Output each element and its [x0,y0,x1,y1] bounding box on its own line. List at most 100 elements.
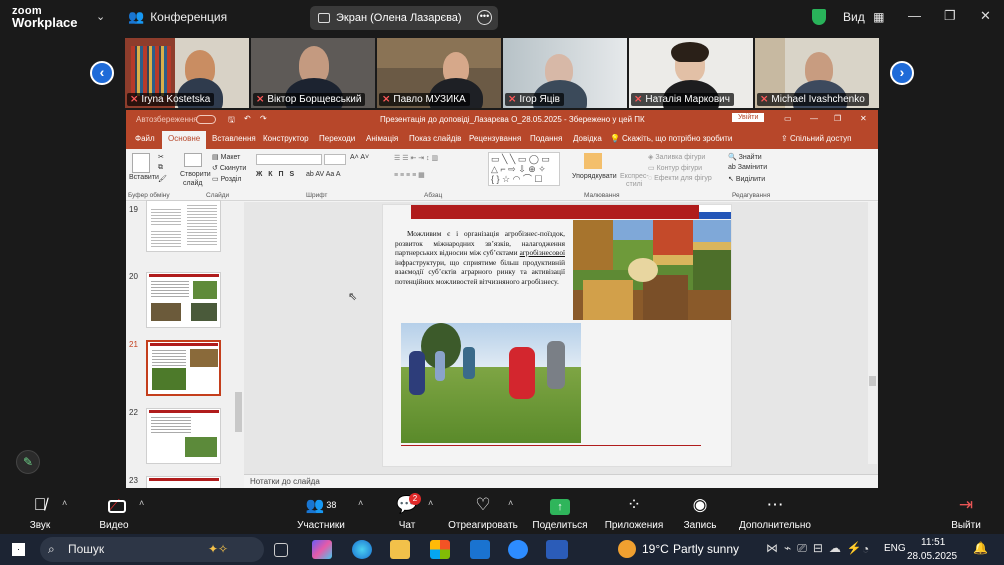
video-options-caret[interactable]: ˄ [139,498,144,508]
participant-tile[interactable]: ⨯ Наталія Маркович [629,38,753,108]
shape-outline-button[interactable]: ▭ Контур фігури [648,164,702,172]
new-slide-label-2[interactable]: слайд [183,180,202,187]
meeting-info-button[interactable]: 👥 Конференция [128,9,227,25]
slide-thumbnail[interactable] [146,200,221,252]
format-painter-icon[interactable]: 🖌 [158,175,167,183]
tab-help[interactable]: Довідка [573,134,602,143]
new-slide-label-1[interactable]: Створити [180,171,211,178]
notifications-icon[interactable]: 🔔 [973,541,988,555]
autosave-toggle[interactable] [196,115,216,124]
undo-icon[interactable]: ↶ [244,114,251,123]
more-options-icon[interactable]: ••• [477,10,492,25]
align-icons[interactable]: ≡ ≡ ≡ ≡ ▦ [394,171,425,179]
paste-button[interactable]: Вставити [129,174,159,181]
chevron-down-icon[interactable]: ⌄ [96,10,105,23]
paste-icon[interactable] [132,153,150,173]
replace-button[interactable]: ab Замінити [728,164,767,171]
zoom-app-icon[interactable] [508,540,528,559]
record-button[interactable]: ◉ Запись [682,494,718,531]
chat-options-caret[interactable]: ˄ [428,498,433,508]
share-screen-button[interactable]: ↑ Поделиться [532,494,588,531]
copy-icon[interactable]: ⧉ [158,164,163,172]
more-button[interactable]: ⋯ Дополнительно [738,494,812,531]
tab-design[interactable]: Конструктор [263,134,309,143]
font-format-icons[interactable]: Ж К П S [256,171,296,178]
ribbon-display-icon[interactable]: ▭ [784,114,792,123]
view-button[interactable]: Вид ▦ [843,10,884,24]
minimize-icon[interactable]: — [908,8,921,23]
find-button[interactable]: 🔍 Знайти [728,153,762,161]
encryption-shield-icon[interactable] [812,9,826,25]
participants-options-caret[interactable]: ˄ [358,498,363,508]
participants-button[interactable]: 👥 38 Участники [296,494,346,531]
participant-tile[interactable]: ⨯ Ігор Яців [503,38,627,108]
next-participants-arrow-icon[interactable]: › [890,61,914,85]
font-size-input[interactable] [324,154,346,165]
redo-icon[interactable]: ↷ [260,114,267,123]
font-name-input[interactable] [256,154,322,165]
tab-home[interactable]: Основне [162,131,207,149]
audio-button[interactable]: 🎙̸ Звук [22,494,58,531]
shape-effects-button[interactable]: ◌ Ефекти для фігур [648,175,712,182]
video-button[interactable]: ⟋ Видео [94,494,134,531]
system-tray-icons[interactable]: ⋈⌁⎚⊟☁⚡ [766,541,868,556]
clock-date[interactable]: 28.05.2025 [907,551,957,562]
arrange-button[interactable]: Упорядкувати [572,173,617,180]
screen-share-indicator[interactable]: Экран (Олена Лазарєва) ••• [310,6,498,30]
participant-tile[interactable]: ⨯ Павло МУЗИКА [377,38,501,108]
ppt-restore-icon[interactable]: ❐ [834,114,841,123]
word-app-icon[interactable] [546,540,568,559]
copilot-app-icon[interactable] [312,540,332,559]
quick-styles-label-1[interactable]: Експрес- [620,173,649,180]
tab-insert[interactable]: Вставлення [212,134,256,143]
tab-slideshow[interactable]: Показ слайдів [409,134,461,143]
ppt-minimize-icon[interactable]: — [810,114,818,123]
current-slide[interactable]: Можливим є і організація агробізнес-поїз… [382,204,732,467]
tell-me-box[interactable]: Скажіть, що потрібно зробити [622,134,732,143]
restore-icon[interactable]: ❐ [944,8,956,24]
section-button[interactable]: ▭ Розділ [212,175,242,183]
layout-button[interactable]: ▤ Макет [212,153,240,161]
task-view-icon[interactable] [274,543,288,557]
slide-thumbnail[interactable] [146,272,221,328]
arrange-icon[interactable] [584,153,602,169]
tab-file[interactable]: Файл [135,134,155,143]
edge-browser-icon[interactable] [352,540,372,559]
slide-thumbnail[interactable] [146,408,221,464]
clock-time[interactable]: 11:51 [921,537,945,548]
audio-options-caret[interactable]: ˄ [62,498,67,508]
share-button[interactable]: ⇪ Спільний доступ [781,134,851,143]
file-explorer-icon[interactable] [390,540,410,559]
slide-scrollbar[interactable] [868,202,877,464]
apps-button[interactable]: ⁘ Приложения [604,494,664,531]
cut-icon[interactable]: ✂ [158,153,164,161]
font-extra-icons[interactable]: ab AV Aa A [306,171,341,178]
leave-button[interactable]: ⇥ Выйти [950,494,982,531]
microsoft-store-icon[interactable] [430,540,450,559]
tab-animations[interactable]: Анімація [366,134,398,143]
quick-styles-label-2[interactable]: стилі [626,181,642,188]
tab-transitions[interactable]: Переходи [319,134,355,143]
ppt-close-icon[interactable]: ✕ [860,114,867,123]
thumbnails-scrollbar[interactable] [234,202,243,486]
language-indicator[interactable]: ENG [884,543,906,554]
reset-button[interactable]: ↺ Скинути [212,164,246,172]
close-icon[interactable]: ✕ [980,8,991,24]
participant-tile[interactable]: ⨯ Michael Ivashchenko [755,38,879,108]
notes-pane[interactable]: Нотатки до слайда [244,474,878,488]
shapes-gallery[interactable]: ▭ ╲ ╲ ▭ ◯ ▭ △ ⌐ ⇨ ⇩ ⊕ ✧{ } ☆ ◠ ⌒ ☐ [488,152,560,186]
previous-participants-arrow-icon[interactable]: ‹ [90,61,114,85]
participant-tile[interactable]: ⨯ Iryna Kostetska [125,38,249,108]
increase-font-icon[interactable]: A˄ A˅ [350,154,369,161]
new-slide-icon[interactable] [184,153,202,167]
shape-fill-button[interactable]: ◈ Заливка фігури [648,153,705,161]
sign-in-button[interactable]: Увійти [732,113,765,122]
save-icon[interactable]: 🖫 [228,114,235,128]
outlook-icon[interactable] [470,540,490,559]
select-button[interactable]: ↖ Виділити [728,175,765,183]
tab-review[interactable]: Рецензування [469,134,521,143]
list-icons[interactable]: ☰ ☰ ⇤ ⇥ ↕ ▥ [394,154,438,162]
taskbar-search-box[interactable]: ⌕ Пошук ✦✧ [40,537,264,562]
react-options-caret[interactable]: ˄ [508,498,513,508]
tab-view[interactable]: Подання [530,134,562,143]
